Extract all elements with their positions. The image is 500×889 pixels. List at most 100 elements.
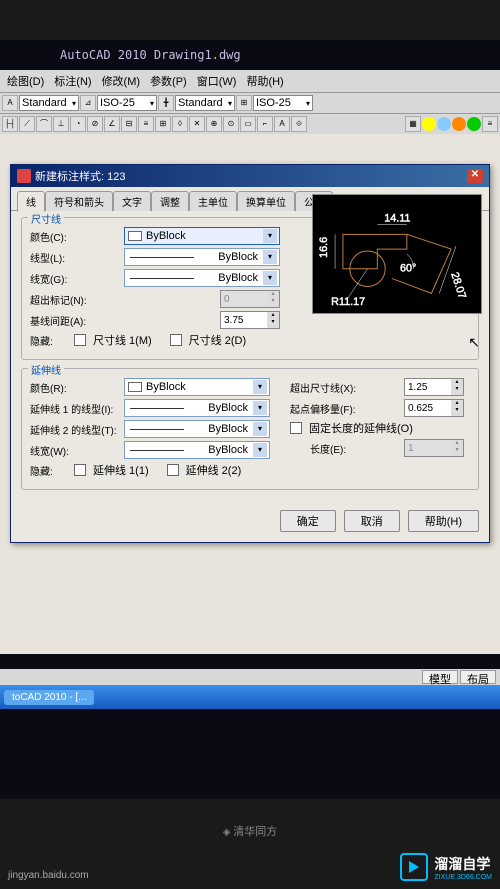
dim-center-icon[interactable]: ⊙ [223, 116, 239, 132]
layout-tab[interactable]: 布局 [460, 670, 496, 684]
play-icon [400, 853, 428, 881]
layer-on-icon[interactable] [422, 117, 436, 131]
ok-button[interactable]: 确定 [280, 510, 336, 532]
svg-text:R11.17: R11.17 [331, 296, 365, 308]
windows-taskbar: toCAD 2010 - [... [0, 685, 500, 709]
menu-modify[interactable]: 修改(M) [99, 72, 144, 90]
ext-offset-spinner[interactable]: 0.625 [404, 399, 464, 417]
color-combo[interactable]: ByBlock [124, 227, 280, 245]
linetype-combo[interactable]: ByBlock [124, 248, 280, 266]
beyond-spinner: 0 [220, 290, 280, 308]
tool-icon[interactable]: A [2, 95, 18, 111]
monitor-brand: ◈ 清华同方 [223, 823, 277, 839]
dim-tolerance-icon[interactable]: ⊕ [206, 116, 222, 132]
hide-ext1-label: 延伸线 1(1) [93, 462, 149, 478]
menu-help[interactable]: 帮助(H) [243, 72, 286, 90]
toolbar-dimension: ├┤ ⟋ ⌒ ⊥ ◔ ⊘ ∠ ⊟ ≡ ⊞ ◊ ✕ ⊕ ⊙ ▭ ⌐ A ⟐ ▦ ≡ [0, 113, 500, 134]
layer-tool-icon[interactable]: ▦ [405, 116, 421, 132]
dim-angular-icon[interactable]: ∠ [104, 116, 120, 132]
svg-text:14.11: 14.11 [384, 213, 410, 225]
dialog-title: 新建标注样式: 123 [35, 168, 125, 184]
dim-baseline-icon[interactable]: ≡ [138, 116, 154, 132]
help-button[interactable]: 帮助(H) [408, 510, 479, 532]
dim-aligned-icon[interactable]: ⟋ [19, 116, 35, 132]
dim-edit-icon[interactable]: A [274, 116, 290, 132]
tab-text[interactable]: 文字 [113, 191, 151, 211]
hide-ext2-check[interactable] [167, 464, 179, 476]
tab-fit[interactable]: 调整 [151, 191, 189, 211]
layer-lock-icon[interactable] [452, 117, 466, 131]
dimstyle-preview: 14.11 16.6 28.07 R11.17 60° [312, 194, 482, 314]
fixed-ext-label: 固定长度的延伸线(O) [309, 420, 413, 436]
model-tab[interactable]: 模型 [422, 670, 458, 684]
combo-textstyle[interactable]: Standard [19, 95, 79, 111]
cursor-icon: ↖ [468, 334, 480, 351]
tab-line[interactable]: 线 [17, 191, 45, 212]
combo-mlstyle[interactable]: ISO-25 [253, 95, 313, 111]
ext-lt1-combo[interactable]: ByBlock [124, 399, 270, 417]
layer-freeze-icon[interactable] [437, 117, 451, 131]
hide-dimline1-label: 尺寸线 1(M) [93, 332, 152, 348]
dim-quick-icon[interactable]: ⊟ [121, 116, 137, 132]
color-label: 颜色(C): [30, 229, 120, 244]
watermark-brand: 溜溜自学 ZIXUE.3D66.COM [400, 853, 492, 881]
ext-lw-combo[interactable]: ByBlock [124, 441, 270, 459]
lineweight-combo[interactable]: ByBlock [124, 269, 280, 287]
cancel-button[interactable]: 取消 [344, 510, 400, 532]
dialog-titlebar: 新建标注样式: 123 ✕ [11, 165, 489, 187]
dim-radius-icon[interactable]: ◔ [70, 116, 86, 132]
dim-diameter-icon[interactable]: ⊘ [87, 116, 103, 132]
hide-dimline2-check[interactable] [170, 334, 182, 346]
dim-style-icon[interactable]: ⟐ [291, 116, 307, 132]
ext-color-combo[interactable]: ByBlock [124, 378, 270, 396]
menu-parametric[interactable]: 参数(P) [147, 72, 190, 90]
app-title: AutoCAD 2010 Drawing1.dwg [0, 40, 500, 70]
combo-tablestyle[interactable]: Standard [175, 95, 235, 111]
hide-dimline1-check[interactable] [74, 334, 86, 346]
ext-beyond-spinner[interactable]: 1.25 [404, 378, 464, 396]
dim-arc-icon[interactable]: ⌒ [36, 116, 52, 132]
ext-lt2-label: 延伸线 2 的线型(T): [30, 422, 120, 437]
tool-icon[interactable]: ⊿ [80, 95, 96, 111]
drawing-canvas[interactable]: 新建标注样式: 123 ✕ 线 符号和箭头 文字 调整 主单位 换算单位 公差 … [0, 134, 500, 654]
linetype-label: 线型(L): [30, 250, 120, 265]
beyond-label: 超出标记(N): [30, 292, 120, 307]
watermark-source: jingyan.baidu.com [8, 870, 89, 881]
ext-offset-label: 起点偏移量(F): [290, 401, 400, 416]
tab-arrows[interactable]: 符号和箭头 [45, 191, 113, 211]
dim-continue-icon[interactable]: ⊞ [155, 116, 171, 132]
hide-dimline2-label: 尺寸线 2(D) [189, 332, 246, 348]
taskbar-app[interactable]: toCAD 2010 - [... [4, 690, 94, 705]
ext-length-spinner: 1 [404, 439, 464, 457]
menu-draw[interactable]: 绘图(D) [4, 72, 47, 90]
ext-length-label: 长度(E): [290, 441, 400, 456]
fixed-ext-check[interactable] [290, 422, 302, 434]
status-bar: 模型 布局 [0, 669, 500, 685]
hide-ext1-check[interactable] [74, 464, 86, 476]
layer-more-icon[interactable]: ≡ [482, 116, 498, 132]
dimline-group-title: 尺寸线 [28, 211, 64, 226]
tool-icon[interactable]: ╋ [158, 95, 174, 111]
dim-linear-icon[interactable]: ├┤ [2, 116, 18, 132]
dim-jogged-icon[interactable]: ⌐ [257, 116, 273, 132]
baseline-spinner[interactable]: 3.75 [220, 311, 280, 329]
close-button[interactable]: ✕ [467, 169, 483, 183]
menubar: 绘图(D) 标注(N) 修改(M) 参数(P) 窗口(W) 帮助(H) [0, 70, 500, 92]
menu-dimension[interactable]: 标注(N) [51, 72, 94, 90]
combo-dimstyle[interactable]: ISO-25 [97, 95, 157, 111]
toolbar-styles: A Standard ⊿ ISO-25 ╋ Standard ⊞ ISO-25 [0, 92, 500, 113]
ext-lt1-label: 延伸线 1 的线型(I): [30, 401, 120, 416]
tab-alternate[interactable]: 换算单位 [237, 191, 295, 211]
dim-inspect-icon[interactable]: ▭ [240, 116, 256, 132]
svg-text:60°: 60° [400, 263, 416, 275]
baseline-label: 基线间距(A): [30, 313, 120, 328]
layer-color-icon[interactable] [467, 117, 481, 131]
ext-color-label: 颜色(R): [30, 380, 120, 395]
tool-icon[interactable]: ⊞ [236, 95, 252, 111]
dim-space-icon[interactable]: ◊ [172, 116, 188, 132]
tab-primary[interactable]: 主单位 [189, 191, 237, 211]
ext-lt2-combo[interactable]: ByBlock [124, 420, 270, 438]
dim-ordinate-icon[interactable]: ⊥ [53, 116, 69, 132]
menu-window[interactable]: 窗口(W) [194, 72, 240, 90]
dim-break-icon[interactable]: ✕ [189, 116, 205, 132]
